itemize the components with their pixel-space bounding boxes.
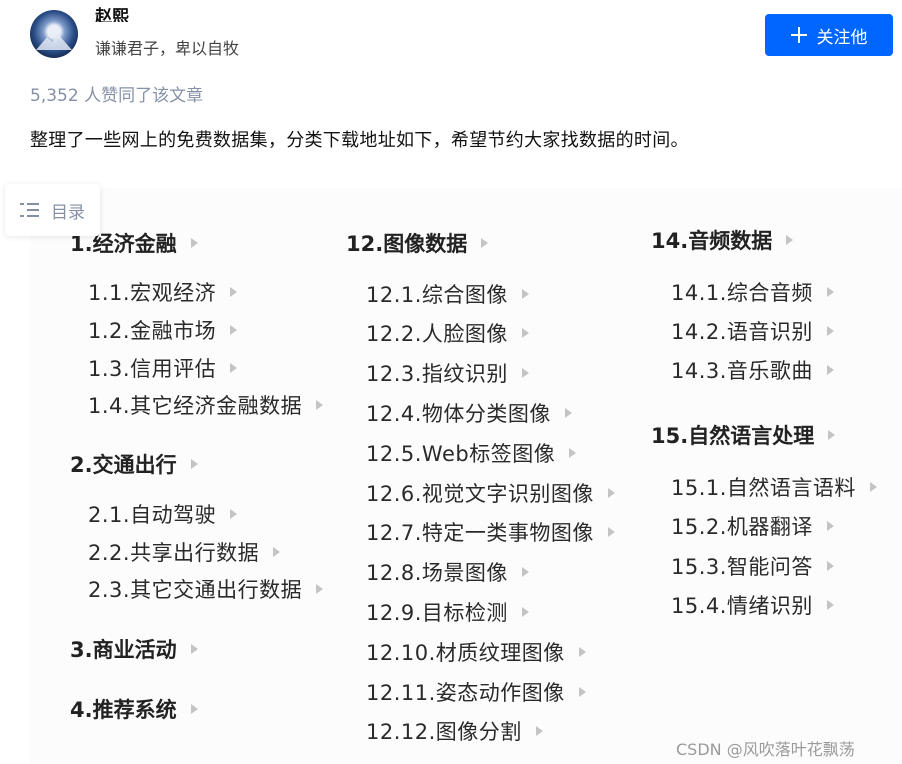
- category-item: 12.2.人脸图像: [366, 318, 529, 348]
- category-item: 12.1.综合图像: [366, 279, 529, 309]
- article-intro: 整理了一些网上的免费数据集，分类下载地址如下，希望节约大家找数据的时间。: [30, 130, 689, 151]
- category-item: 12.11.姿态动作图像: [366, 677, 586, 707]
- category-item: 12.6.视觉文字识别图像: [366, 478, 615, 508]
- category-item: 12.7.特定一类事物图像: [366, 517, 615, 547]
- like-count: 5,352 人赞同了该文章: [30, 86, 204, 106]
- category-item: 12.3.指纹识别: [366, 358, 529, 388]
- author-name[interactable]: 赵熙: [95, 2, 129, 22]
- watermark: CSDN @风吹落叶花飘荡: [676, 740, 855, 759]
- toc-label: 目录: [51, 202, 85, 223]
- avatar[interactable]: [30, 10, 78, 58]
- category-heading: 14.音频数据: [651, 225, 794, 255]
- category-item: 2.3.其它交通出行数据: [88, 574, 324, 604]
- category-item: 1.4.其它经济金融数据: [88, 390, 324, 420]
- article-image: 1.经济金融 1.1.宏观经济 1.2.金融市场 1.3.信用评估 1.4.其它…: [30, 188, 902, 764]
- plus-icon: [790, 27, 807, 43]
- category-heading: 15.自然语言处理: [651, 420, 836, 450]
- author-bar: 赵熙 谦谦君子，卑以自牧 关注他: [0, 0, 902, 66]
- category-heading: 12.图像数据: [346, 228, 489, 258]
- category-item: 1.3.信用评估: [88, 353, 238, 383]
- author-bio: 谦谦君子，卑以自牧: [95, 39, 240, 58]
- category-item: 15.2.机器翻译: [671, 511, 834, 541]
- category-item: 1.2.金融市场: [88, 315, 238, 345]
- category-item: 1.1.宏观经济: [88, 277, 238, 307]
- category-item: 14.3.音乐歌曲: [671, 355, 834, 385]
- category-heading: 4.推荐系统: [70, 694, 198, 724]
- category-item: 12.10.材质纹理图像: [366, 637, 586, 667]
- category-item: 15.3.智能问答: [671, 551, 834, 581]
- category-item: 2.1.自动驾驶: [88, 499, 238, 529]
- category-item: 15.1.自然语言语料: [671, 472, 877, 502]
- category-item: 14.2.语音识别: [671, 316, 834, 346]
- follow-button[interactable]: 关注他: [765, 14, 893, 56]
- category-heading: 2.交通出行: [70, 449, 198, 479]
- category-item: 12.9.目标检测: [366, 597, 529, 627]
- toc-button[interactable]: 目录: [5, 184, 100, 236]
- category-item: 2.2.共享出行数据: [88, 537, 281, 567]
- follow-label: 关注他: [816, 27, 868, 48]
- category-item: 12.4.物体分类图像: [366, 398, 572, 428]
- category-item: 12.12.图像分割: [366, 716, 543, 746]
- category-item: 15.4.情绪识别: [671, 590, 834, 620]
- category-item: 12.5.Web标签图像: [366, 438, 577, 468]
- category-item: 14.1.综合音频: [671, 277, 834, 307]
- category-heading: 3.商业活动: [70, 634, 198, 664]
- category-item: 12.8.场景图像: [366, 557, 529, 587]
- list-icon: [20, 202, 39, 219]
